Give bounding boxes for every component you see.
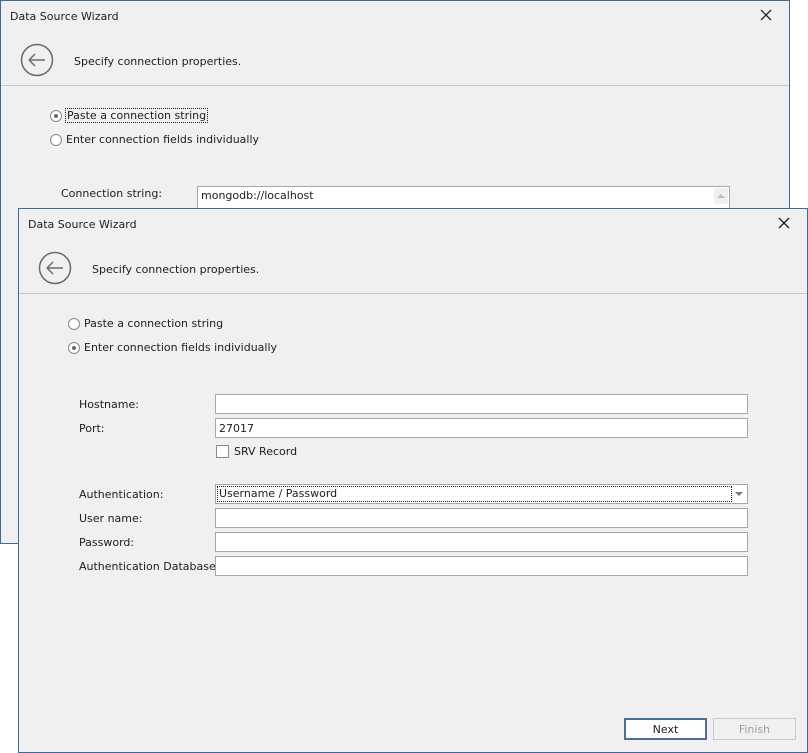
password-input[interactable] — [215, 532, 748, 552]
radio-button[interactable] — [68, 317, 80, 330]
radio-enter-fields[interactable]: Enter connection fields individually — [68, 341, 277, 354]
auth-database-input[interactable] — [215, 556, 748, 576]
close-icon[interactable] — [777, 216, 791, 230]
user-name-label: User name: — [79, 512, 143, 525]
radio-label: Enter connection fields individually — [84, 341, 278, 354]
srv-record-checkbox[interactable]: SRV Record — [216, 445, 297, 458]
port-input[interactable] — [215, 418, 748, 438]
srv-record-label: SRV Record — [234, 445, 298, 458]
window-title: Data Source Wizard — [28, 218, 137, 231]
radio-paste-connection-string[interactable]: Paste a connection string — [68, 317, 223, 330]
port-label: Port: — [79, 422, 105, 435]
radio-paste-connection-string[interactable]: Paste a connection string — [50, 108, 209, 123]
radio-button[interactable] — [50, 109, 62, 122]
scroll-up-icon[interactable] — [714, 188, 728, 204]
connection-string-value: mongodb://localhost — [201, 189, 314, 202]
next-button[interactable]: Next — [624, 718, 707, 740]
authentication-label: Authentication: — [79, 488, 164, 501]
user-name-input[interactable] — [215, 508, 748, 528]
radio-label: Enter connection fields individually — [66, 133, 260, 146]
radio-enter-fields[interactable]: Enter connection fields individually — [50, 133, 259, 146]
radio-label: Paste a connection string — [84, 317, 224, 330]
close-icon[interactable] — [759, 8, 773, 22]
connection-string-label: Connection string: — [61, 187, 163, 200]
page-subtitle: Specify connection properties. — [92, 263, 260, 276]
page-subtitle: Specify connection properties. — [74, 55, 242, 68]
header-divider — [19, 293, 807, 294]
front-wizard-window: Data Source Wizard Specify connection pr… — [18, 208, 808, 753]
authentication-selected: Username / Password — [217, 486, 732, 502]
back-arrow-icon[interactable] — [20, 43, 54, 77]
password-label: Password: — [79, 536, 135, 549]
finish-button[interactable]: Finish — [713, 718, 796, 740]
checkbox[interactable] — [216, 445, 229, 458]
window-title: Data Source Wizard — [10, 10, 119, 23]
hostname-input[interactable] — [215, 394, 748, 414]
auth-database-label: Authentication Database: — [79, 560, 220, 573]
hostname-label: Hostname: — [79, 398, 139, 411]
authentication-dropdown[interactable]: Username / Password — [215, 484, 748, 504]
chevron-down-icon[interactable] — [735, 492, 743, 496]
back-arrow-icon[interactable] — [38, 251, 72, 285]
header-divider — [1, 85, 789, 86]
radio-button[interactable] — [50, 133, 62, 146]
radio-button[interactable] — [68, 341, 80, 354]
radio-label: Paste a connection string — [64, 108, 209, 123]
